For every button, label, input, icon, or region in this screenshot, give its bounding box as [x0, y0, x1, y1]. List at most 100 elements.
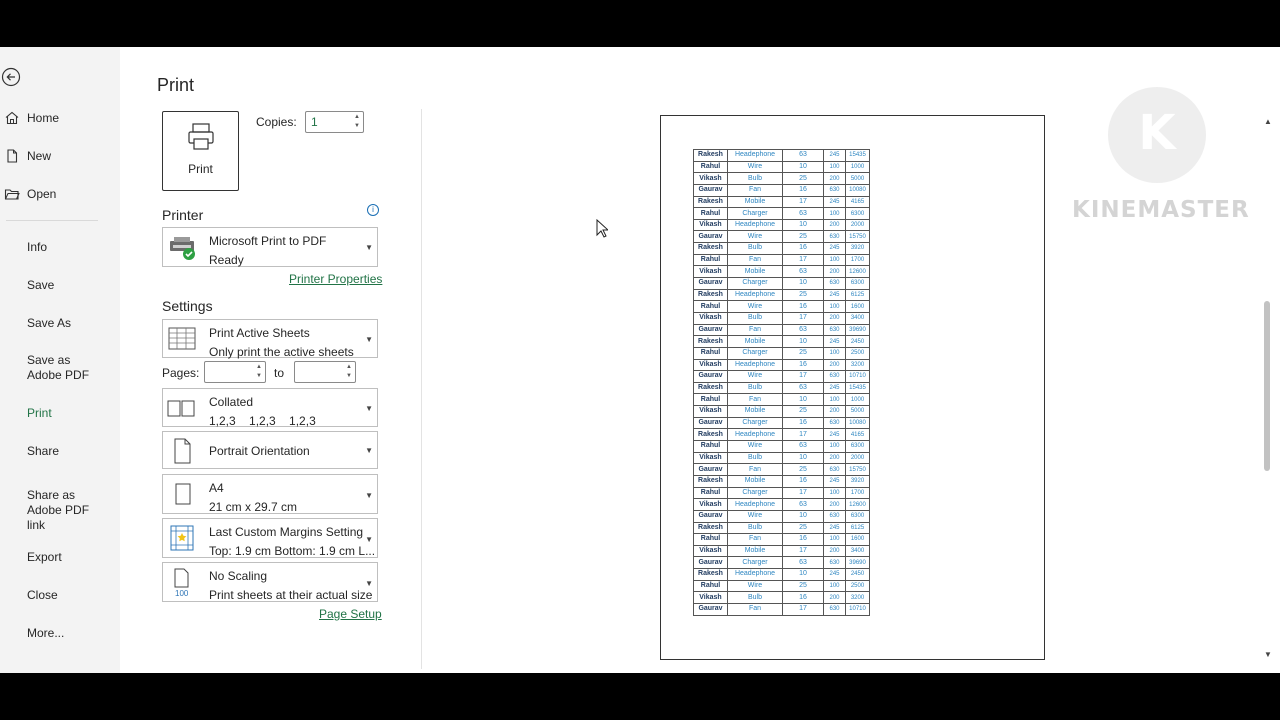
- scaling-dropdown[interactable]: 100 No Scaling Print sheets at their act…: [162, 562, 378, 602]
- preview-table-cell: Gaurav: [693, 323, 728, 337]
- preview-table-row: Rakesh Headephone 63 245 15435: [693, 149, 870, 162]
- nav-item-export[interactable]: Export: [0, 542, 120, 572]
- preview-table-cell: Gaurav: [693, 602, 728, 616]
- preview-table-cell: 100: [823, 486, 846, 500]
- preview-table-cell: 100: [823, 207, 846, 220]
- stepper-arrows-icon[interactable]: ▲ ▼: [345, 363, 353, 381]
- preview-table-cell: 16: [782, 183, 824, 197]
- kinemaster-logo-letter: K: [1138, 105, 1176, 161]
- preview-vertical-scrollbar[interactable]: ▲ ▼: [1258, 113, 1280, 663]
- preview-table-row: Rakesh Headephone 25 245 6125: [693, 288, 870, 302]
- scrollbar-thumb[interactable]: [1264, 301, 1270, 471]
- preview-table-cell: 100: [823, 300, 846, 313]
- print-button[interactable]: Print: [162, 111, 239, 191]
- preview-table-cell: Wire: [727, 300, 783, 313]
- nav-item-save-as-adobe-pdf[interactable]: Save as Adobe PDF: [0, 351, 120, 385]
- preview-table-row: Vikash Headephone 63 200 12600: [693, 498, 870, 511]
- nav-label: New: [27, 149, 52, 163]
- preview-table-row: Rahul Fan 10 100 1000: [693, 393, 870, 407]
- scroll-down-arrow-icon[interactable]: ▼: [1264, 650, 1272, 659]
- preview-table-row: Rahul Charger 25 100 2500: [693, 346, 870, 360]
- preview-table-cell: 16: [782, 416, 824, 430]
- preview-table-row: Rahul Fan 16 100 1600: [693, 533, 870, 546]
- nav-item-save[interactable]: Save: [0, 270, 120, 300]
- preview-table-cell: Vikash: [693, 498, 728, 511]
- preview-table-cell: 630: [823, 463, 846, 476]
- chevron-down-icon: ▼: [365, 579, 373, 588]
- collation-subtitle: 1,2,3 1,2,3 1,2,3: [209, 414, 316, 428]
- collation-dropdown[interactable]: Collated 1,2,3 1,2,3 1,2,3 ▼: [162, 388, 378, 428]
- preview-table-row: Gaurav Wire 10 630 6300: [693, 509, 870, 523]
- preview-table-cell: 1700: [845, 253, 870, 267]
- preview-table-cell: 3920: [845, 242, 870, 255]
- nav-item-print[interactable]: Print: [0, 398, 120, 428]
- preview-table-cell: Bulb: [727, 242, 783, 255]
- preview-table-cell: 245: [823, 242, 846, 255]
- page-title: Print: [157, 75, 195, 95]
- preview-table-cell: 200: [823, 544, 846, 558]
- preview-table-cell: Gaurav: [693, 370, 728, 383]
- printer-properties-link[interactable]: Printer Properties: [289, 272, 382, 286]
- scaling-subtitle: Print sheets at their actual size: [209, 588, 373, 602]
- preview-table-cell: Charger: [727, 346, 783, 360]
- print-settings-panel: Print Print Copies: 1 ▲ ▼ Printer i Micr…: [120, 47, 422, 673]
- printer-section-label: Printer: [162, 207, 204, 223]
- preview-table-cell: 630: [823, 370, 846, 383]
- preview-table-cell: Fan: [727, 533, 783, 546]
- preview-table-cell: 10: [782, 568, 824, 581]
- nav-item-home[interactable]: Home: [0, 103, 120, 133]
- preview-table-row: Vikash Mobile 17 200 3400: [693, 544, 870, 558]
- pages-to-label: to: [274, 366, 285, 380]
- preview-table-cell: 16: [782, 533, 824, 546]
- preview-table-cell: Charger: [727, 207, 783, 220]
- info-icon[interactable]: i: [367, 204, 379, 216]
- nav-item-close[interactable]: Close: [0, 580, 120, 610]
- stepper-arrows-icon[interactable]: ▲ ▼: [353, 113, 361, 131]
- orientation-dropdown[interactable]: Portrait Orientation ▼: [162, 431, 378, 469]
- margins-icon: [170, 525, 194, 551]
- nav-item-share[interactable]: Share: [0, 436, 120, 466]
- preview-table-cell: Bulb: [727, 521, 783, 535]
- preview-table-cell: Mobile: [727, 544, 783, 558]
- margins-dropdown[interactable]: Last Custom Margins Setting Top: 1.9 cm …: [162, 518, 378, 558]
- nav-item-more[interactable]: More...: [0, 618, 120, 648]
- preview-table-row: Rahul Charger 17 100 1700: [693, 486, 870, 500]
- preview-table-cell: Headephone: [727, 358, 783, 372]
- preview-table-cell: Vikash: [693, 265, 728, 279]
- preview-table-cell: Bulb: [727, 172, 783, 185]
- pages-from-input[interactable]: ▲ ▼: [204, 361, 266, 383]
- preview-table-row: Rahul Wire 16 100 1600: [693, 300, 870, 313]
- preview-table-row: Rahul Charger 63 100 6300: [693, 207, 870, 220]
- copies-stepper[interactable]: 1 ▲ ▼: [305, 111, 364, 133]
- preview-table-cell: Wire: [727, 160, 783, 174]
- preview-table-cell: 15435: [845, 381, 870, 395]
- pages-to-input[interactable]: ▲ ▼: [294, 361, 356, 383]
- page-setup-link[interactable]: Page Setup: [319, 607, 382, 621]
- nav-item-new[interactable]: New: [0, 141, 120, 171]
- stepper-arrows-icon[interactable]: ▲ ▼: [255, 363, 263, 381]
- preview-table-cell: 1000: [845, 160, 870, 174]
- preview-table-cell: Rakesh: [693, 242, 728, 255]
- preview-table-row: Vikash Mobile 25 200 5000: [693, 405, 870, 418]
- preview-table-cell: Rakesh: [693, 335, 728, 348]
- preview-table-cell: 200: [823, 172, 846, 185]
- back-arrow-icon[interactable]: [1, 67, 21, 87]
- preview-table-cell: 10: [782, 335, 824, 348]
- nav-item-info[interactable]: Info: [0, 232, 120, 262]
- printer-dropdown[interactable]: Microsoft Print to PDF Ready ▼: [162, 227, 378, 267]
- preview-table-cell: 10: [782, 451, 824, 465]
- print-scope-dropdown[interactable]: Print Active Sheets Only print the activ…: [162, 319, 378, 359]
- nav-item-save-as[interactable]: Save As: [0, 308, 120, 338]
- scroll-up-arrow-icon[interactable]: ▲: [1264, 117, 1272, 126]
- nav-label: Print: [27, 406, 52, 420]
- nav-item-open[interactable]: Open: [0, 179, 120, 209]
- preview-table-cell: 3920: [845, 474, 870, 488]
- nav-item-share-as-adobe-pdf-link[interactable]: Share as Adobe PDF link: [0, 486, 120, 534]
- preview-table-row: Gaurav Fan 25 630 15750: [693, 463, 870, 476]
- preview-table-cell: 245: [823, 521, 846, 535]
- nav-label: Save as Adobe PDF: [27, 353, 90, 382]
- preview-table-cell: 200: [823, 591, 846, 604]
- paper-size-dropdown[interactable]: A4 21 cm x 29.7 cm ▼: [162, 474, 378, 514]
- preview-table-cell: Charger: [727, 556, 783, 570]
- preview-table-cell: 630: [823, 230, 846, 244]
